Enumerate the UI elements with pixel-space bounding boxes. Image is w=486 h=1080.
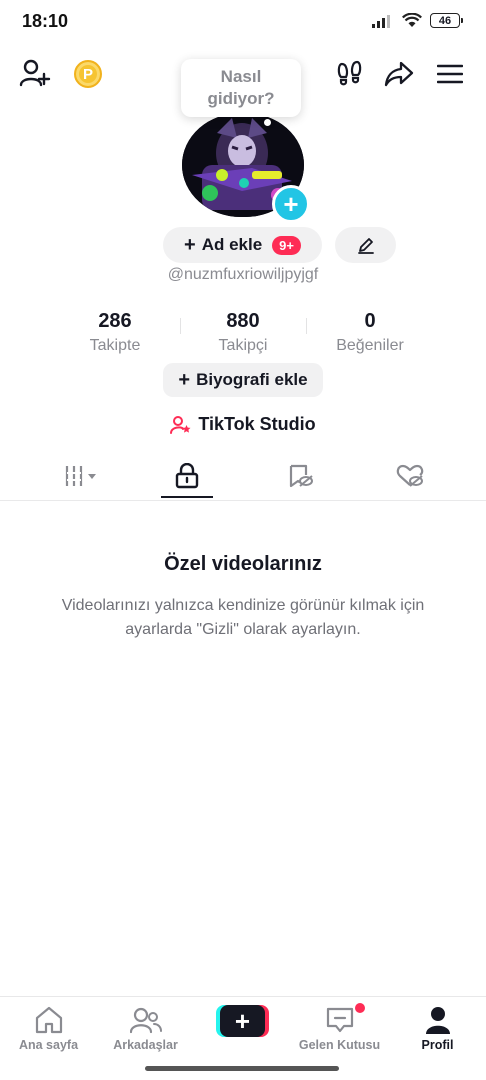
add-friend-button[interactable] <box>18 56 52 90</box>
inbox-notification-dot <box>355 1003 365 1013</box>
nav-inbox[interactable]: Gelen Kutusu <box>291 1004 388 1052</box>
profile-icon <box>425 1007 450 1034</box>
bubble-line-2: gidiyor? <box>207 89 275 108</box>
inbox-icon <box>326 1007 353 1033</box>
nav-home[interactable]: Ana sayfa <box>0 1004 97 1052</box>
status-bubble[interactable]: Nasıl gidiyor? <box>181 59 301 117</box>
bookmark-hidden-icon <box>289 464 313 488</box>
battery-indicator: 46 <box>430 13 463 28</box>
empty-state-description: Videolarınızı yalnızca kendinize görünür… <box>61 597 425 638</box>
stat-value: 0 <box>364 310 376 332</box>
bottom-nav-divider <box>0 996 486 997</box>
hamburger-menu-icon <box>437 64 463 84</box>
pencil-icon <box>357 238 374 254</box>
add-bio-label: Biyografi ekle <box>196 370 308 389</box>
wifi-icon <box>402 13 422 27</box>
nav-label: Arkadaşlar <box>113 1038 178 1052</box>
username: @nuzmfuxriowiljpyjgf <box>167 266 319 283</box>
tiktok-studio-link[interactable]: TikTok Studio <box>0 414 486 435</box>
share-icon <box>384 61 414 87</box>
nav-label: Ana sayfa <box>18 1038 79 1052</box>
empty-state-title: Özel videolarınız <box>164 553 322 575</box>
bubble-line-1: Nasıl <box>220 67 262 86</box>
menu-button[interactable] <box>434 58 466 90</box>
studio-label: TikTok Studio <box>198 414 316 434</box>
nav-label: Gelen Kutusu <box>298 1038 381 1052</box>
tab-private[interactable] <box>127 456 247 496</box>
footprints-icon <box>337 60 362 86</box>
nav-profile[interactable]: Profil <box>389 1004 486 1052</box>
notification-badge: 9+ <box>272 235 301 255</box>
stat-label: Beğeniler <box>336 337 404 354</box>
tab-liked[interactable] <box>350 456 470 496</box>
share-button[interactable] <box>383 58 415 90</box>
grid-filter-icon <box>65 466 96 486</box>
lock-icon <box>175 463 199 489</box>
plus-icon: + <box>220 1005 265 1037</box>
nav-friends[interactable]: Arkadaşlar <box>97 1004 194 1052</box>
bubble-tail-dot <box>264 119 271 126</box>
nav-label: Profil <box>421 1038 454 1052</box>
home-icon <box>35 1006 62 1034</box>
stat-likes[interactable]: 0 Beğeniler <box>290 310 450 355</box>
create-video-button[interactable]: + <box>216 1005 269 1037</box>
coin-button[interactable]: P <box>74 60 102 88</box>
add-ad-label: Ad ekle <box>201 235 263 254</box>
heart-hidden-icon <box>396 464 424 487</box>
status-icons: 46 <box>372 13 463 28</box>
friends-icon <box>129 1007 162 1034</box>
tab-divider <box>0 500 486 501</box>
add-ad-button[interactable]: + Ad ekle 9+ <box>163 227 322 263</box>
signal-icon <box>372 14 390 28</box>
active-tab-indicator <box>161 496 213 498</box>
footprints-button[interactable] <box>334 58 366 90</box>
home-indicator[interactable] <box>145 1066 339 1071</box>
avatar-add-button[interactable]: + <box>272 185 310 223</box>
edit-profile-button[interactable] <box>335 227 396 263</box>
add-bio-button[interactable]: + Biyografi ekle <box>163 363 323 397</box>
studio-user-star-icon <box>170 415 191 434</box>
add-user-icon <box>19 59 51 87</box>
tab-videos-grid[interactable] <box>21 456 141 496</box>
status-time: 18:10 <box>22 11 69 31</box>
tab-saved[interactable] <box>240 456 360 496</box>
plus-icon: + <box>184 233 196 256</box>
plus-icon: + <box>178 368 191 391</box>
